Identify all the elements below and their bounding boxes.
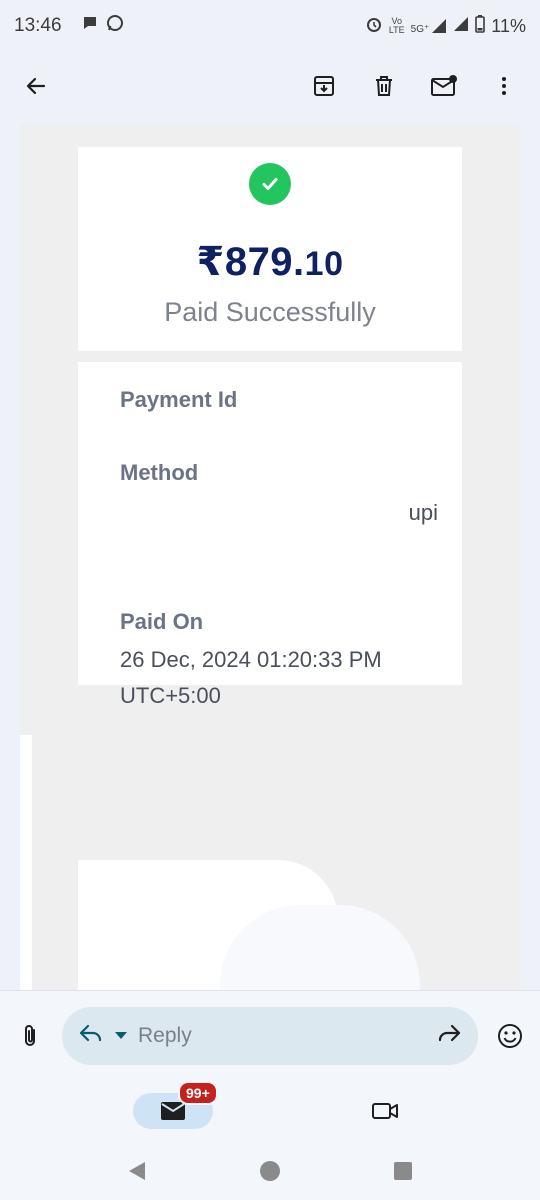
tab-mail[interactable]: 99+ [133,1081,218,1129]
signal-icon: 5G⁺ [411,18,448,35]
emoji-icon [498,1023,522,1048]
more-vertical-icon [502,77,506,95]
triangle-back-icon [128,1162,145,1180]
alarm-icon [365,15,383,38]
system-back-button[interactable] [115,1149,159,1193]
method-label: Method [120,460,199,482]
clock: 13:46 [14,15,62,36]
paperclip-icon [25,1024,35,1046]
payment-summary-card: ₹879.10 Paid Successfully [78,147,462,351]
reply-field[interactable]: Reply [62,1006,478,1065]
more-options-button[interactable] [482,64,526,108]
method-value: upi [408,500,438,525]
unread-badge: 99+ [178,1081,218,1105]
reply-icon[interactable] [78,1022,104,1049]
chat-icon [82,15,98,37]
payment-amount: ₹879.10 [196,240,344,284]
payment-id-label: Payment Id [120,387,238,412]
archive-button[interactable] [302,64,346,108]
signal-icon-2 [453,16,469,37]
mark-unread-button[interactable] [422,64,466,108]
trash-icon [376,76,392,96]
paid-on-value: 26 Dec, 2024 01:20:33 PM [120,647,382,672]
delete-button[interactable] [362,64,406,108]
forward-icon[interactable] [436,1022,462,1049]
video-camera-icon [372,1103,398,1119]
system-home-button[interactable] [248,1149,292,1193]
square-recents-icon [394,1162,413,1180]
reply-placeholder[interactable]: Reply [138,1024,426,1048]
volte-indicator: Vo LTE [388,16,405,35]
emoji-button[interactable] [488,1014,532,1058]
battery-level: 11% [491,15,526,36]
payment-details-card: Payment Id Method upi Paid On 26 Dec, 20… [78,362,462,685]
content-gap [20,735,32,990]
back-button[interactable] [14,64,58,108]
app-bar [0,52,540,120]
whatsapp-icon [106,14,124,38]
tab-meet[interactable] [363,1089,407,1133]
system-recents-button[interactable] [381,1149,425,1193]
circle-home-icon [259,1161,280,1181]
attach-button[interactable] [8,1014,52,1058]
battery-icon [475,14,486,38]
system-navigation [0,1142,540,1200]
mail-icon [161,1102,185,1120]
check-circle-icon [249,163,291,205]
paid-on-label: Paid On [120,609,204,634]
archive-icon [314,76,334,96]
bottom-navigation: 99+ [0,1080,540,1142]
arrow-left-icon [26,77,46,95]
mail-unread-icon [431,75,457,96]
payment-status: Paid Successfully [164,297,376,327]
status-bar: 13:46 Vo LTE 5G⁺ 11% [0,0,540,52]
chevron-down-icon[interactable] [114,1027,128,1045]
paid-on-timezone: UTC+5:00 [120,683,221,708]
email-body: ₹879.10 Paid Successfully Payment Id Met… [20,125,520,990]
reply-bar: Reply [0,990,540,1080]
